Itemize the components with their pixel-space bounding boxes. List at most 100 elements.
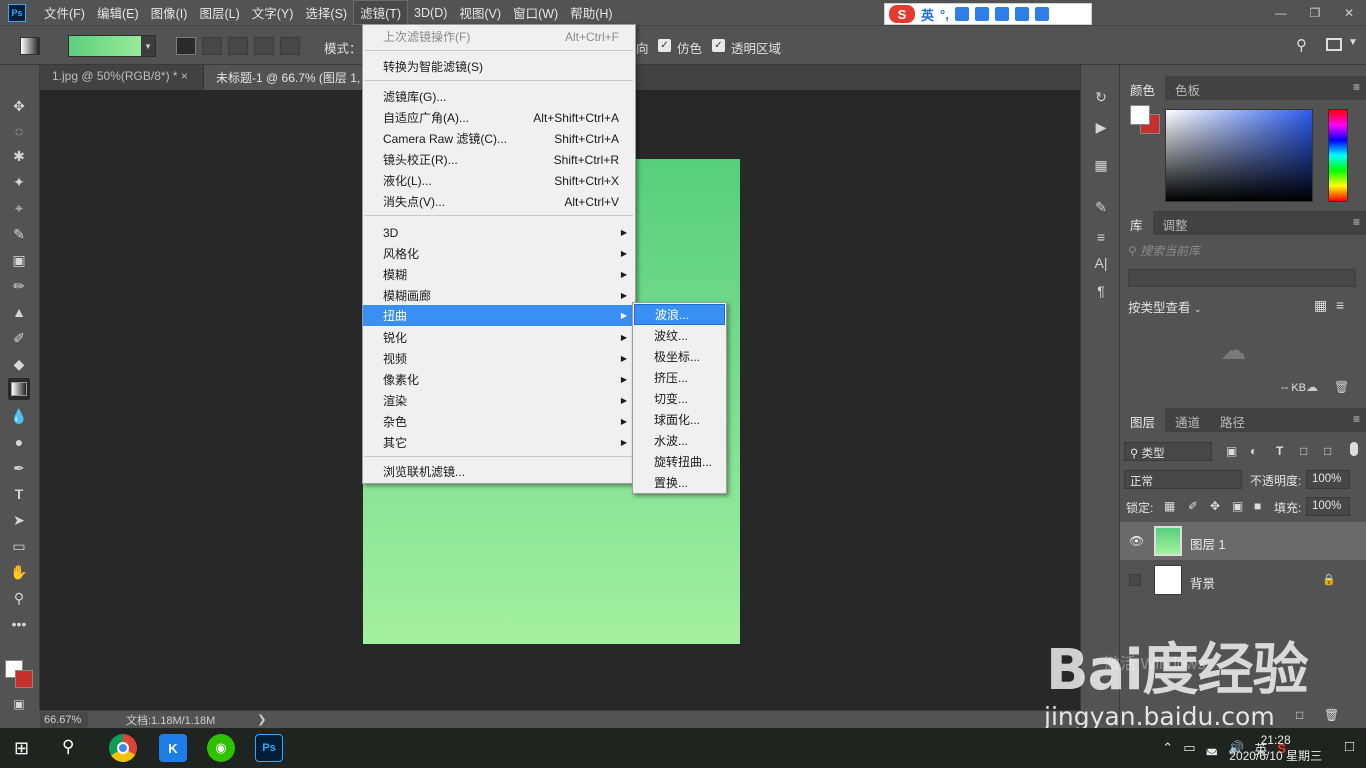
submenu-item-ripple[interactable]: 波纹...: [634, 325, 725, 346]
menu-item-other[interactable]: 其它 ▶: [363, 432, 635, 453]
rectangle-tool-icon[interactable]: ▭: [8, 535, 30, 557]
microphone-icon[interactable]: [954, 7, 969, 21]
user-icon[interactable]: [994, 7, 1009, 21]
eraser-tool-icon[interactable]: ◆: [8, 353, 30, 375]
skin-icon[interactable]: [1014, 7, 1029, 21]
menu-item-sharpen[interactable]: 锐化 ▶: [363, 327, 635, 348]
menu-item-vanishing-point[interactable]: 消失点(V)... Alt+Ctrl+V: [363, 191, 635, 212]
menu-layer[interactable]: 图层(L): [193, 1, 245, 24]
menu-window[interactable]: 窗口(W): [507, 1, 564, 24]
menu-item-liquify[interactable]: 液化(L)... Shift+Ctrl+X: [363, 170, 635, 191]
menu-edit[interactable]: 编辑(E): [91, 1, 145, 24]
lock-artboard-icon[interactable]: ▣: [1232, 499, 1243, 513]
filter-type-icon[interactable]: T: [1276, 444, 1283, 458]
kugou-icon[interactable]: K: [159, 734, 187, 762]
tab-1-jpg[interactable]: 1.jpg @ 50%(RGB/8*) * ×: [40, 65, 204, 90]
layer-filter-select[interactable]: ⚲ 类型: [1124, 442, 1212, 461]
chevron-up-icon[interactable]: ⌃: [1162, 740, 1173, 756]
tab-color[interactable]: 颜色: [1120, 76, 1166, 100]
magic-wand-tool-icon[interactable]: ✦: [8, 171, 30, 193]
healing-brush-tool-icon[interactable]: ▣: [8, 249, 30, 271]
tab-layers[interactable]: 图层: [1120, 408, 1166, 432]
notification-icon[interactable]: □: [1345, 738, 1354, 755]
wifi-icon[interactable]: ◛: [1206, 740, 1219, 756]
minimize-icon[interactable]: —: [1264, 0, 1298, 25]
menu-item-camera-raw[interactable]: Camera Raw 滤镜(C)... Shift+Ctrl+A: [363, 128, 635, 149]
panel-menu-icon[interactable]: ≡: [1353, 412, 1360, 426]
lock-position-icon[interactable]: ✥: [1210, 499, 1220, 513]
dodge-tool-icon[interactable]: ●: [8, 431, 30, 453]
library-search-input[interactable]: ⚲ 搜索当前库: [1128, 242, 1356, 262]
workspace-icon[interactable]: [1326, 38, 1342, 51]
tab-adjustments[interactable]: 调整: [1153, 211, 1198, 235]
crop-tool-icon[interactable]: ⌖: [8, 197, 30, 219]
menu-item-browse-online-filters[interactable]: 浏览联机滤镜...: [363, 461, 635, 482]
submenu-item-pinch[interactable]: 挤压...: [634, 367, 725, 388]
panel-menu-icon[interactable]: ≡: [1353, 80, 1360, 94]
history-icon[interactable]: ↻: [1091, 87, 1111, 107]
gradient-picker[interactable]: ▼: [68, 35, 156, 57]
list-view-icon[interactable]: ≡: [1336, 297, 1344, 313]
eye-icon[interactable]: 👁: [1129, 534, 1144, 548]
submenu-item-shear[interactable]: 切变...: [634, 388, 725, 409]
stamp-tool-icon[interactable]: ▲: [8, 301, 30, 323]
brush-tool-icon[interactable]: ✏: [8, 275, 30, 297]
filter-shape-icon[interactable]: □: [1300, 444, 1307, 458]
keyboard-icon[interactable]: [974, 7, 989, 21]
toolbox-icon[interactable]: [1034, 7, 1049, 21]
tab-swatches[interactable]: 色板: [1165, 76, 1210, 100]
search-icon[interactable]: ⚲: [1296, 36, 1307, 54]
angle-gradient-button[interactable]: [228, 37, 248, 55]
menu-item-3d[interactable]: 3D ▶: [363, 222, 635, 243]
panel-menu-icon[interactable]: ≡: [1353, 215, 1360, 229]
close-icon[interactable]: ×: [181, 69, 188, 83]
radial-gradient-button[interactable]: [202, 37, 222, 55]
close-icon[interactable]: ✕: [1332, 0, 1366, 25]
cloud-sync-icon[interactable]: ☁: [1306, 380, 1318, 394]
menu-image[interactable]: 图像(I): [145, 1, 194, 24]
trash-icon[interactable]: 🗑: [1334, 380, 1349, 394]
background-color-swatch[interactable]: [15, 670, 33, 688]
submenu-item-polar-coordinates[interactable]: 极坐标...: [634, 346, 725, 367]
filter-adjustment-icon[interactable]: ◐: [1250, 444, 1257, 458]
menu-item-filter-gallery[interactable]: 滤镜库(G)...: [363, 86, 635, 107]
menu-item-adaptive-wide-angle[interactable]: 自适应广角(A)... Alt+Shift+Ctrl+A: [363, 107, 635, 128]
menu-view[interactable]: 视图(V): [453, 1, 507, 24]
menu-item-convert-smart-filter[interactable]: 转换为智能滤镜(S): [363, 56, 635, 77]
battery-icon[interactable]: ▭: [1183, 740, 1195, 756]
lasso-tool-icon[interactable]: ✱: [8, 145, 30, 167]
menu-item-distort[interactable]: 扭曲 ▶: [363, 305, 635, 326]
menu-item-render[interactable]: 渲染 ▶: [363, 390, 635, 411]
sogou-logo-icon[interactable]: S: [889, 5, 915, 23]
lock-all-icon[interactable]: ■: [1254, 499, 1261, 513]
submenu-item-wave[interactable]: 波浪...: [634, 304, 725, 325]
chevron-down-icon[interactable]: ▼: [141, 36, 155, 56]
punctuation-icon[interactable]: °,: [940, 7, 949, 22]
type-tool-icon[interactable]: T: [8, 483, 30, 505]
menu-item-blur-gallery[interactable]: 模糊画廊 ▶: [363, 285, 635, 306]
submenu-item-zigzag[interactable]: 水波...: [634, 430, 725, 451]
new-layer-icon[interactable]: □: [1296, 708, 1303, 722]
brush-settings-icon[interactable]: ✎: [1091, 197, 1111, 217]
search-icon[interactable]: ⚲: [62, 737, 74, 757]
visibility-toggle[interactable]: [1129, 574, 1141, 586]
pen-tool-icon[interactable]: ✒: [8, 457, 30, 479]
quick-mask-icon[interactable]: ▣: [8, 693, 30, 715]
submenu-item-twirl[interactable]: 旋转扭曲...: [634, 451, 725, 472]
library-select[interactable]: [1128, 269, 1356, 287]
grid-view-icon[interactable]: ▦: [1314, 297, 1327, 314]
linear-gradient-button[interactable]: [176, 37, 196, 55]
chrome-icon[interactable]: [109, 734, 137, 762]
marquee-tool-icon[interactable]: ◌: [8, 120, 30, 142]
photoshop-taskbar-icon[interactable]: Ps: [255, 734, 283, 762]
filter-smart-object-icon[interactable]: □: [1324, 444, 1331, 458]
zoom-tool-icon[interactable]: ⚲: [8, 587, 30, 609]
submenu-item-spherize[interactable]: 球面化...: [634, 409, 725, 430]
layer-row[interactable]: 背景 🔒: [1120, 561, 1366, 599]
submenu-item-displace[interactable]: 置换...: [634, 472, 725, 493]
menu-help[interactable]: 帮助(H): [564, 1, 618, 24]
menu-file[interactable]: 文件(F): [38, 1, 91, 24]
filter-toggle[interactable]: [1350, 442, 1358, 456]
gradient-tool-icon[interactable]: [8, 378, 30, 400]
trash-icon[interactable]: 🗑: [1324, 708, 1339, 722]
